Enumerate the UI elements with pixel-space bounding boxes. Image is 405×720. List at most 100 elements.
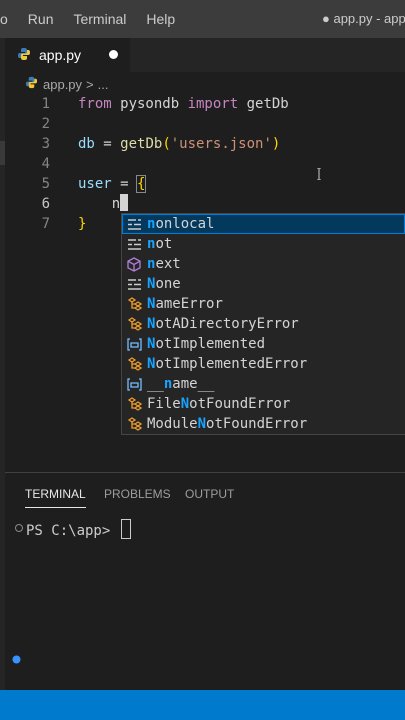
breadcrumb-symbols[interactable]: ...: [98, 77, 109, 92]
menu-item-run[interactable]: Run: [18, 11, 64, 27]
suggestion-label: not: [147, 234, 172, 254]
code-line[interactable]: 2: [5, 114, 405, 134]
suggestion-item[interactable]: not: [122, 234, 405, 254]
unsaved-dot-icon[interactable]: [109, 50, 118, 59]
suggestion-label: ModuleNotFoundError: [147, 414, 307, 434]
remote-dot-icon: [12, 655, 21, 664]
python-file-icon: [25, 76, 38, 92]
code-line[interactable]: 3 db = getDb('users.json'): [5, 134, 405, 154]
tab-terminal[interactable]: TERMINAL: [25, 487, 86, 508]
tab-label: app.py: [39, 47, 82, 63]
code-token: getDb: [238, 96, 289, 112]
suggestion-item[interactable]: next: [122, 254, 405, 274]
suggestion-item[interactable]: NotImplementedError: [122, 354, 405, 374]
code-text: n: [78, 194, 129, 214]
terminal-prompt: PS C:\app>: [26, 523, 119, 539]
code-token: 'users.json': [170, 136, 272, 152]
suggestion-label: FileNotFoundError: [147, 394, 290, 414]
suggestion-text: ame__: [172, 376, 215, 392]
code-token: pysondb: [111, 96, 188, 112]
suggestion-text: ot: [155, 236, 173, 252]
class-icon: [126, 396, 142, 412]
class-icon: [126, 296, 142, 312]
suggestion-item[interactable]: NotADirectoryError: [122, 314, 405, 334]
suggestion-text: Module: [147, 416, 198, 432]
suggestion-text: otADirectoryError: [155, 316, 299, 332]
code-token: getDb: [120, 136, 163, 152]
suggestion-label: nonlocal: [147, 214, 214, 234]
autocomplete-suggestions[interactable]: nonlocal not next None NameError NotADirector…: [121, 213, 405, 435]
line-number: 6: [41, 196, 50, 212]
suggestion-label: NotImplemented: [147, 334, 265, 354]
breadcrumb-file[interactable]: app.py: [43, 77, 82, 92]
suggestion-text: otFoundError: [206, 416, 308, 432]
code-token: user: [78, 176, 112, 192]
python-file-icon: [17, 47, 31, 64]
suggestion-item[interactable]: ModuleNotFoundError: [122, 414, 405, 434]
suggestion-label: NotImplementedError: [147, 354, 307, 374]
suggestion-item[interactable]: NotImplemented: [122, 334, 405, 354]
tab-problems[interactable]: PROBLEMS: [104, 487, 171, 501]
code-token: }: [78, 216, 87, 232]
code-line[interactable]: 1 from pysondb import getDb: [5, 94, 405, 114]
code-line[interactable]: 6 n: [5, 194, 405, 214]
menu-item-help[interactable]: Help: [136, 11, 185, 27]
suggestion-label: __name__: [147, 374, 214, 394]
text-cursor-icon: [317, 168, 321, 180]
tab-app-py[interactable]: app.py: [5, 38, 130, 72]
code-token: {: [135, 175, 147, 193]
code-text: }: [78, 214, 86, 234]
keyword-icon: [126, 216, 142, 232]
code-line[interactable]: 4: [5, 154, 405, 174]
line-number: 3: [41, 136, 50, 152]
breadcrumb: app.py > ...: [25, 75, 108, 93]
menu-item-go[interactable]: o: [0, 11, 18, 27]
suggestion-text: File: [147, 396, 181, 412]
suggestion-text: onlocal: [155, 216, 215, 232]
suggestion-text: ext: [155, 256, 181, 272]
suggestion-item[interactable]: None: [122, 274, 405, 294]
line-number: 1: [41, 96, 50, 112]
suggestion-item[interactable]: NameError: [122, 294, 405, 314]
code-text: user = {: [78, 174, 147, 194]
suggestion-item[interactable]: nonlocal: [122, 214, 405, 234]
code-token: =: [94, 136, 121, 152]
suggestion-label: NotADirectoryError: [147, 314, 299, 334]
line-number: 4: [41, 156, 50, 172]
terminal-prompt-line[interactable]: PS C:\app>: [26, 519, 131, 539]
code-token: n: [78, 196, 121, 212]
class-icon: [126, 316, 142, 332]
code-line[interactable]: 5 user = {: [5, 174, 405, 194]
terminal-command-decoration-icon: [15, 524, 23, 532]
line-number: 5: [41, 176, 50, 192]
variable-icon: [126, 376, 142, 392]
method-icon: [126, 256, 142, 272]
suggestion-label: NameError: [147, 294, 223, 314]
suggestion-text: ameError: [155, 296, 223, 312]
keyword-icon: [126, 276, 142, 292]
variable-icon: [126, 336, 142, 352]
breadcrumb-separator: >: [86, 76, 94, 92]
line-number: 2: [41, 116, 50, 132]
suggestion-match: N: [180, 396, 190, 412]
suggestion-match: N: [197, 416, 207, 432]
window-title: ● app.py - app: [322, 11, 405, 26]
suggestion-text: otImplemented: [155, 336, 266, 352]
menu-item-terminal[interactable]: Terminal: [63, 11, 136, 27]
suggestion-text: otFoundError: [189, 396, 291, 412]
keyword-icon: [126, 236, 142, 252]
class-icon: [126, 356, 142, 372]
class-icon: [126, 416, 142, 432]
suggestion-label: next: [147, 254, 181, 274]
code-token: ): [271, 136, 281, 152]
tab-output[interactable]: OUTPUT: [185, 487, 234, 501]
code-token: db: [78, 136, 95, 152]
suggestion-item[interactable]: __name__: [122, 374, 405, 394]
code-token: import: [187, 96, 239, 112]
code-text: from pysondb import getDb: [78, 94, 289, 114]
code-token: (: [162, 136, 171, 152]
code-token: from: [78, 96, 112, 112]
suggestion-text: __: [147, 376, 164, 392]
suggestion-item[interactable]: FileNotFoundError: [122, 394, 405, 414]
title-bar: o Run Terminal Help ● app.py - app: [0, 0, 405, 38]
